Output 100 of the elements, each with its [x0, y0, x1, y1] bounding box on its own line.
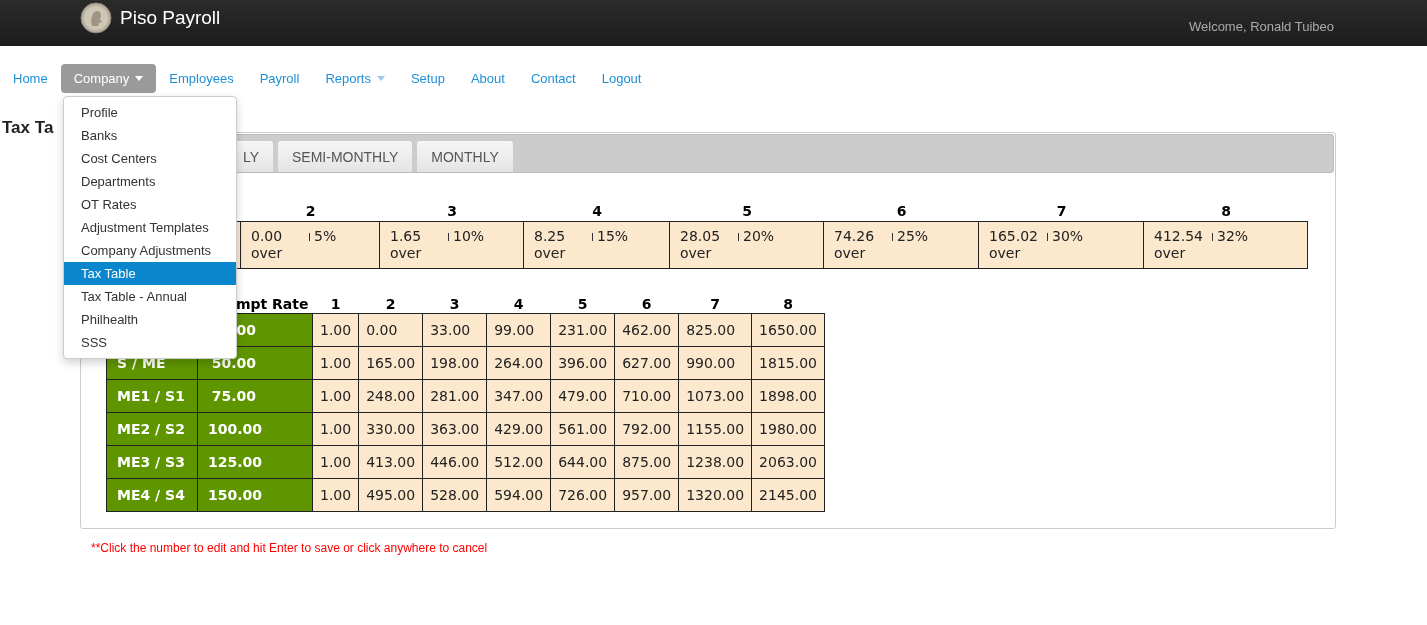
menu-item[interactable]: Adjustment Templates: [64, 216, 236, 239]
table-cell[interactable]: 165.02 30% over: [978, 221, 1144, 269]
nav-link[interactable]: Home: [0, 64, 61, 93]
table-cell[interactable]: 875.00: [614, 445, 679, 479]
table-cell[interactable]: 1.00: [312, 445, 359, 479]
nav-link[interactable]: About: [457, 64, 518, 93]
table-cell[interactable]: 825.00: [678, 313, 752, 347]
welcome-text: Welcome, Ronald Tuibeo: [1189, 18, 1334, 34]
nav-link[interactable]: Contact: [517, 64, 589, 93]
tab[interactable]: SEMI-MONTHLY: [278, 141, 413, 172]
column-header: 1: [312, 295, 359, 314]
hint-text: **Click the number to edit and hit Enter to save or click anywhere to cancel: [91, 541, 489, 555]
column-header: 8: [1220, 203, 1232, 221]
table-cell[interactable]: 1.00: [312, 379, 359, 413]
table-cell[interactable]: 1320.00: [678, 478, 752, 512]
table-cell[interactable]: 363.00: [422, 412, 487, 446]
nav-link[interactable]: Reports: [312, 64, 398, 93]
table-cell[interactable]: 2063.00: [751, 445, 825, 479]
nav-link[interactable]: Setup: [397, 64, 458, 93]
row-header: ME1 / S1: [106, 379, 198, 413]
tab[interactable]: MONTHLY: [417, 141, 513, 172]
table-cell[interactable]: 412.54 32% over: [1143, 221, 1308, 269]
nav-link[interactable]: Employees: [156, 64, 247, 93]
table-cell[interactable]: 561.00: [550, 412, 615, 446]
table-cell[interactable]: 347.00: [486, 379, 551, 413]
table-cell[interactable]: 512.00: [486, 445, 551, 479]
table-cell[interactable]: 1650.00: [751, 313, 825, 347]
caret-icon: [376, 76, 385, 81]
row-header: ME3 / S3: [106, 445, 198, 479]
table-cell[interactable]: 8.25 15% over: [523, 221, 670, 269]
table-cell[interactable]: 150.00: [197, 478, 313, 512]
menu-item[interactable]: OT Rates: [64, 193, 236, 216]
column-header: 7: [1055, 203, 1068, 221]
table-cell[interactable]: 413.00: [358, 445, 423, 479]
table-cell[interactable]: 726.00: [550, 478, 615, 512]
table-cell[interactable]: 248.00: [358, 379, 423, 413]
table-cell[interactable]: 957.00: [614, 478, 679, 512]
table-cell[interactable]: 627.00: [614, 346, 679, 380]
table-cell[interactable]: 594.00: [486, 478, 551, 512]
caret-icon: [135, 76, 144, 81]
table-cell[interactable]: 792.00: [614, 412, 679, 446]
table-cell[interactable]: 0.00: [358, 313, 423, 347]
table-cell[interactable]: 1.00: [312, 478, 359, 512]
table-cell[interactable]: 1.00: [312, 313, 359, 347]
column-header: 3: [422, 295, 487, 314]
nav-link[interactable]: Logout: [588, 64, 655, 93]
table-cell[interactable]: 264.00: [486, 346, 551, 380]
table-cell[interactable]: 462.00: [614, 313, 679, 347]
coin-logo-icon: [80, 2, 112, 34]
table-cell[interactable]: 33.00: [422, 313, 487, 347]
table-cell[interactable]: 495.00: [358, 478, 423, 512]
menu-item[interactable]: Company Adjustments: [64, 239, 236, 262]
menu-item[interactable]: Cost Centers: [64, 147, 236, 170]
table-cell[interactable]: 99.00: [486, 313, 551, 347]
table-cell[interactable]: 100.00: [197, 412, 313, 446]
table-cell[interactable]: 446.00: [422, 445, 487, 479]
table-cell[interactable]: 281.00: [422, 379, 487, 413]
row-header: ME4 / S4: [106, 478, 198, 512]
table-cell[interactable]: 1.65 10% over: [379, 221, 524, 269]
column-header: 5: [741, 203, 753, 221]
nav-link[interactable]: Payroll: [246, 64, 313, 93]
table-cell[interactable]: 1.00: [312, 346, 359, 380]
column-header: 2: [304, 203, 317, 221]
table-cell[interactable]: 330.00: [358, 412, 423, 446]
table-cell[interactable]: 1980.00: [751, 412, 825, 446]
column-header: 6: [895, 203, 908, 221]
menu-item[interactable]: Profile: [64, 101, 236, 124]
column-header: 3: [446, 203, 458, 221]
table-cell[interactable]: 396.00: [550, 346, 615, 380]
column-header: 4: [486, 295, 551, 314]
table-cell[interactable]: 429.00: [486, 412, 551, 446]
table-cell[interactable]: 1898.00: [751, 379, 825, 413]
table-cell[interactable]: 479.00: [550, 379, 615, 413]
column-header: 7: [678, 295, 752, 314]
table-cell[interactable]: 74.26 25% over: [823, 221, 979, 269]
table-cell[interactable]: 1815.00: [751, 346, 825, 380]
menu-item[interactable]: Departments: [64, 170, 236, 193]
table-cell[interactable]: 28.05 20% over: [669, 221, 824, 269]
table-cell[interactable]: 125.00: [197, 445, 313, 479]
column-header: 6: [614, 295, 679, 314]
table-cell[interactable]: 0.00 5% over: [240, 221, 380, 269]
app-title: Piso Payroll: [120, 7, 221, 29]
column-header: 2: [358, 295, 423, 314]
table-cell[interactable]: 1073.00: [678, 379, 752, 413]
table-cell[interactable]: 2145.00: [751, 478, 825, 512]
menu-item[interactable]: Tax Table: [64, 262, 236, 285]
table-cell[interactable]: 710.00: [614, 379, 679, 413]
column-header: 4: [591, 203, 603, 221]
table-cell[interactable]: 1155.00: [678, 412, 752, 446]
table-cell[interactable]: 75.00: [197, 379, 313, 413]
table-cell[interactable]: 528.00: [422, 478, 487, 512]
table-cell[interactable]: 644.00: [550, 445, 615, 479]
table-cell[interactable]: 198.00: [422, 346, 487, 380]
table-cell[interactable]: 990.00: [678, 346, 752, 380]
table-cell[interactable]: 1.00: [312, 412, 359, 446]
column-header: 5: [550, 295, 615, 314]
table-cell[interactable]: 165.00: [358, 346, 423, 380]
table-cell[interactable]: 1238.00: [678, 445, 752, 479]
table-cell[interactable]: 231.00: [550, 313, 615, 347]
menu-item[interactable]: Banks: [64, 124, 236, 147]
